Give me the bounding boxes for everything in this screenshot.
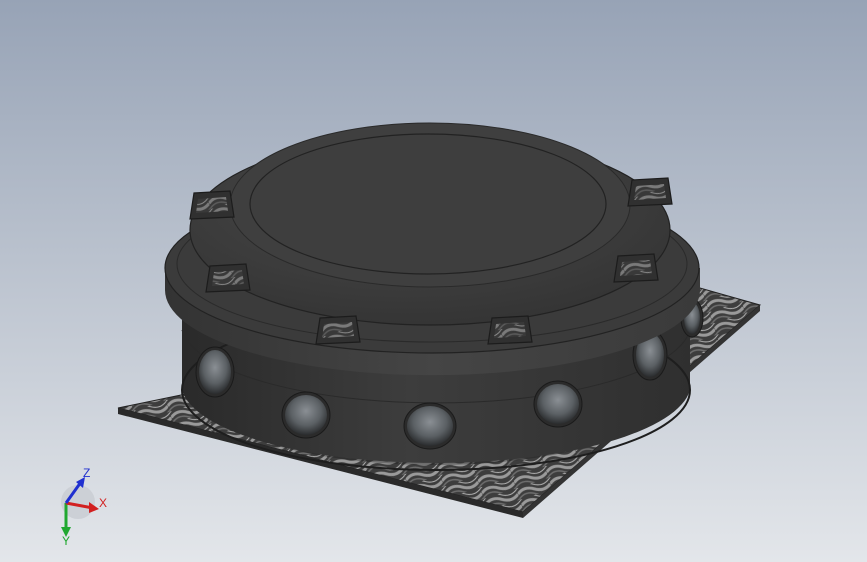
coordinate-triad[interactable]: Y X Z [45, 455, 175, 545]
x-axis-label: X [99, 496, 107, 510]
side-port [533, 380, 583, 428]
vent-notch [205, 263, 251, 293]
graphics-viewport[interactable]: Y X Z [0, 0, 867, 562]
vent-notch [315, 315, 361, 345]
vent-notch [613, 253, 659, 283]
vent-notch [627, 177, 673, 207]
y-axis-label: Y [62, 534, 70, 545]
vent-notch [189, 190, 235, 220]
dome-top-face[interactable] [249, 133, 607, 275]
z-axis-label: Z [83, 466, 90, 480]
side-port [403, 402, 457, 450]
side-port [195, 346, 235, 398]
vent-notch [487, 315, 533, 345]
side-port [281, 391, 331, 439]
